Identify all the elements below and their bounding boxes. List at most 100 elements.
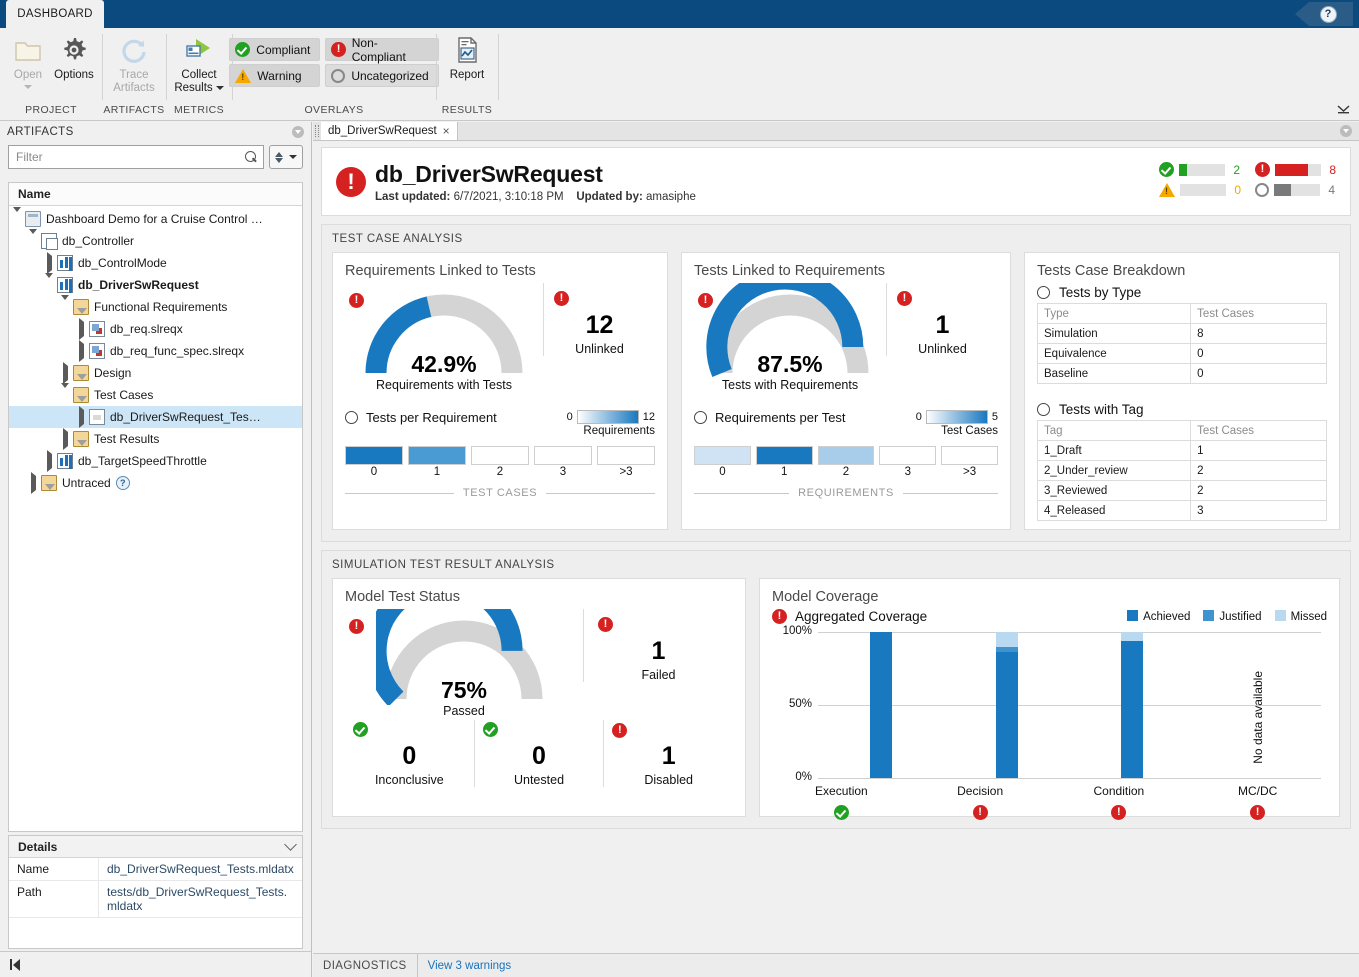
histogram-bin[interactable]: 1 — [755, 446, 813, 478]
radio-requirements-per-test[interactable] — [694, 411, 707, 424]
histogram-bin[interactable]: >3 — [941, 446, 998, 478]
ribbon-collapse-icon[interactable] — [1336, 103, 1351, 118]
report-button[interactable]: Report — [442, 32, 492, 82]
filter-input[interactable] — [14, 149, 245, 165]
axis-line — [902, 492, 999, 494]
table-row[interactable]: 1_Draft 1 — [1036, 440, 1327, 461]
histogram-bin[interactable]: 3 — [879, 446, 937, 478]
help-icon[interactable]: ? — [115, 476, 130, 490]
go-to-first-icon[interactable] — [10, 958, 20, 971]
table-row[interactable]: Baseline 0 — [1036, 363, 1327, 384]
expander-collapse-icon[interactable] — [41, 273, 57, 292]
tree-item[interactable]: Design — [9, 362, 302, 384]
histogram-bin[interactable]: 1 — [408, 446, 466, 478]
gridline — [818, 705, 1321, 706]
histogram-bin[interactable]: 0 — [345, 446, 403, 478]
artifacts-panel: ARTIFACTS Name Dashboard Demo for a Crui… — [0, 122, 312, 977]
overlay-warning-button[interactable]: Warning — [229, 64, 321, 87]
overlay-uncategorized-button[interactable]: Uncategorized — [325, 64, 439, 87]
chart-bar[interactable] — [869, 632, 892, 778]
ribbon-group-results: Report RESULTS — [436, 28, 498, 120]
legend-swatch — [1274, 610, 1286, 621]
tree-item[interactable]: Untraced? — [9, 472, 302, 494]
table-row[interactable]: Simulation 8 — [1036, 323, 1327, 344]
column-header-tag: Tag — [1036, 420, 1192, 441]
expander-expand-icon[interactable] — [25, 472, 41, 494]
trace-artifacts-button[interactable]: Trace Artifacts — [108, 32, 160, 95]
expander-expand-icon[interactable] — [57, 428, 73, 450]
chart-bar[interactable] — [995, 632, 1018, 778]
table-row[interactable]: 4_Released 3 — [1036, 500, 1327, 521]
requirement-icon — [89, 321, 105, 337]
histogram-bin[interactable]: 2 — [817, 446, 875, 478]
scale-max: 5 — [991, 411, 998, 423]
legend-swatch — [1127, 610, 1139, 621]
tree-item[interactable]: Dashboard Demo for a Cruise Control … — [9, 207, 302, 230]
overlay-non-compliant-label: Non-Compliant — [351, 35, 406, 64]
tree-item[interactable]: db_req_func_spec.slreqx — [9, 340, 302, 362]
details-key-path: Path — [9, 881, 99, 917]
close-icon[interactable]: × — [443, 124, 450, 138]
expander-expand-icon[interactable] — [41, 450, 57, 472]
doc-tab-db-driverswrequest[interactable]: db_DriverSwRequest × — [321, 122, 458, 140]
tree-item[interactable]: db_TargetSpeedThrottle — [9, 450, 302, 472]
expander-expand-icon[interactable] — [73, 340, 89, 362]
overlay-compliant-button[interactable]: Compliant — [229, 38, 321, 61]
radio-tests-with-tag[interactable] — [1037, 403, 1050, 416]
expander-expand-icon[interactable] — [73, 318, 89, 340]
details-panel-header[interactable]: Details — [9, 836, 302, 858]
expander-expand-icon[interactable] — [57, 362, 73, 384]
tab-strip-menu-icon[interactable] — [1340, 125, 1352, 137]
histogram-axis-caption: TEST CASES — [462, 487, 538, 499]
collect-results-button[interactable]: Collect Results — [172, 32, 226, 95]
histogram-bin[interactable]: 3 — [534, 446, 592, 478]
histogram-bin[interactable]: 2 — [471, 446, 529, 478]
tree-item[interactable]: db_DriverSwRequest_Tes… — [9, 406, 302, 428]
updated-by-label: Updated by: — [576, 190, 643, 203]
table-row[interactable]: Equivalence 0 — [1036, 343, 1327, 364]
expander-collapse-icon[interactable] — [9, 207, 25, 226]
main-area: db_DriverSwRequest × ! db_DriverSwReques… — [313, 122, 1359, 977]
table-cell: 2 — [1190, 460, 1327, 481]
tab-strip-grip[interactable] — [313, 122, 321, 140]
histogram-bin[interactable]: 0 — [694, 446, 751, 478]
histogram-bin-bar — [694, 446, 751, 465]
y-axis-tick-label: 100% — [782, 625, 812, 637]
tree-item[interactable]: db_ControlMode — [9, 252, 302, 274]
expander-collapse-icon[interactable] — [57, 383, 73, 402]
tree-item[interactable]: db_Controller — [9, 229, 302, 252]
color-scale-legend: 0 12 Requirements — [567, 410, 655, 437]
expander-collapse-icon[interactable] — [57, 295, 73, 314]
tree-item[interactable]: Test Cases — [9, 383, 302, 406]
column-header-test-cases: Test Cases — [1190, 303, 1327, 324]
open-button[interactable]: Open — [6, 32, 50, 89]
filter-input-wrapper[interactable] — [8, 145, 264, 169]
options-button[interactable]: Options — [52, 32, 96, 82]
tree-item[interactable]: db_DriverSwRequest — [9, 273, 302, 296]
tree-item[interactable]: Functional Requirements — [9, 295, 302, 318]
expander-collapse-icon[interactable] — [25, 229, 41, 248]
tree-item[interactable]: Test Results — [9, 428, 302, 450]
table-row[interactable]: 2_Under_review 2 — [1036, 460, 1327, 481]
metric-value: 1 — [661, 742, 676, 770]
tab-dashboard[interactable]: DASHBOARD — [6, 0, 104, 28]
expander-expand-icon[interactable] — [73, 406, 89, 428]
view-warnings-link[interactable]: View 3 warnings — [418, 960, 522, 972]
panel-menu-icon[interactable] — [292, 126, 304, 138]
expander-expand-icon[interactable] — [41, 252, 57, 274]
help-button[interactable]: ? — [1295, 2, 1353, 26]
metric-caption: Disabled — [644, 773, 693, 787]
sort-options-button[interactable] — [269, 145, 303, 169]
overlay-non-compliant-button[interactable]: ! Non-Compliant — [325, 35, 439, 64]
radio-tests-by-type[interactable] — [1037, 286, 1050, 299]
radio-tests-per-requirement[interactable] — [345, 411, 358, 424]
histogram-bin[interactable]: >3 — [597, 446, 655, 478]
refresh-icon — [118, 34, 150, 66]
table-row[interactable]: 3_Reviewed 2 — [1036, 480, 1327, 501]
dashboard-content: ! db_DriverSwRequest Last updated: 6/7/2… — [313, 141, 1359, 953]
chart-bar[interactable] — [1121, 632, 1144, 778]
tree-item[interactable]: db_req.slreqx — [9, 318, 302, 340]
chevron-down-icon[interactable] — [284, 838, 297, 851]
folder-icon — [41, 475, 57, 491]
table-header-row: Type Test Cases — [1036, 303, 1327, 324]
